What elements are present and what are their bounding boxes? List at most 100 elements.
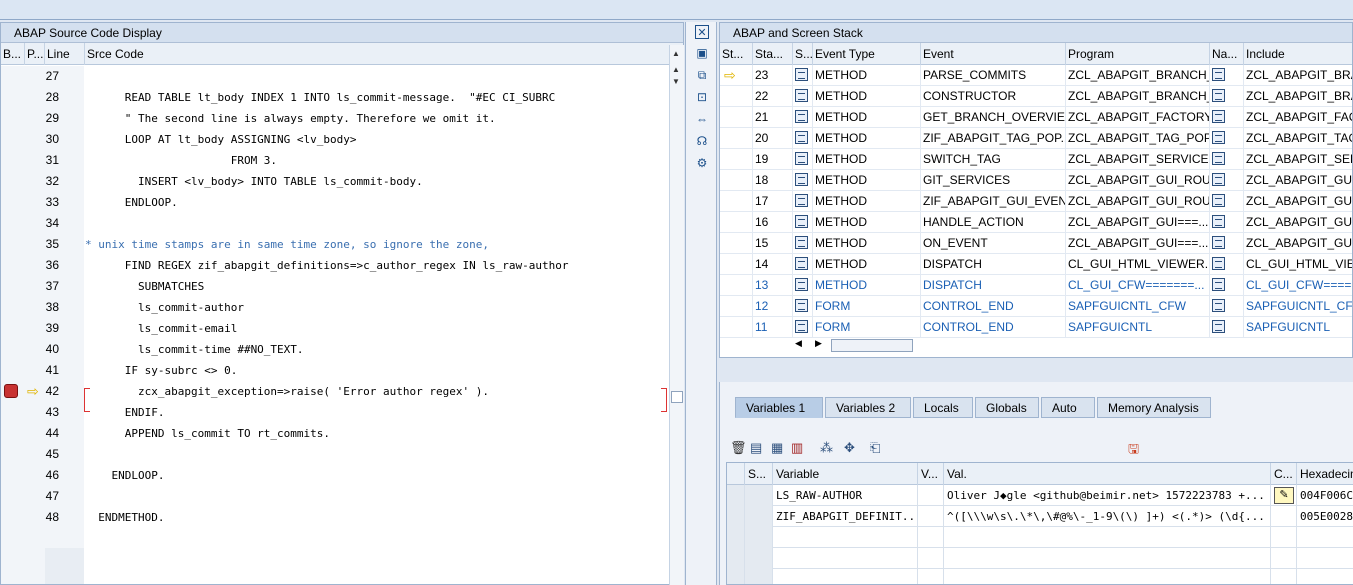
stack-row[interactable]: 12 FORM CONTROL_END SAPFGUICNTL_CFW SAPFGUIC… [720,296,1352,317]
code-line[interactable]: 33 ENDLOOP. [1,192,669,213]
col-breakpoint[interactable]: B... [1,43,25,65]
stack-row[interactable]: 20 METHOD ZIF_ABAPGIT_TAG_POP... ZCL_ABAPGI… [720,128,1352,149]
source-document-icon[interactable] [793,296,813,317]
navigate-icon[interactable] [1210,107,1244,128]
edit-pencil-icon[interactable]: ✎ [1274,487,1294,504]
code-line[interactable]: 48 ENDMETHOD. [1,507,669,528]
source-vertical-scrollbar[interactable]: ▲ ▲ ▼ [669,45,684,585]
navigate-icon[interactable] [1210,296,1244,317]
col-change[interactable]: C... [1271,463,1297,485]
var-status-cell[interactable] [745,527,773,548]
tab-memory-analysis[interactable]: Memory Analysis [1097,397,1211,418]
col-source-code[interactable]: Srce Code [85,43,669,65]
stack-row[interactable]: 11 FORM CONTROL_END SAPFGUICNTL SAPFGUICNTL [720,317,1352,338]
navigate-icon[interactable] [1210,149,1244,170]
var-status-cell[interactable] [745,485,773,506]
source-document-icon[interactable] [793,212,813,233]
stack-horizontal-scrollbar[interactable]: ◀ ▶ [795,338,915,352]
code-line[interactable]: ⇨ 42 zcx_abapgit_exception=>raise( 'Error… [1,381,669,402]
code-line[interactable]: 38 ls_commit-author [1,297,669,318]
code-line[interactable]: 45 [1,444,669,465]
source-document-icon[interactable] [793,233,813,254]
variable-row[interactable]: ZIF_ABAPGIT_DEFINIT... ^([\\\w\s\.\*\,\#@… [727,506,1353,527]
navigate-icon[interactable] [1210,86,1244,107]
list-add-icon[interactable]: ▦ [771,440,783,456]
tab-auto[interactable]: Auto [1041,397,1095,418]
source-document-icon[interactable] [793,65,813,86]
col-value[interactable]: Val. [944,463,1271,485]
folder-icon[interactable]: ⎗ [870,440,880,456]
col-include[interactable]: Include [1244,43,1352,65]
var-change-cell[interactable] [1271,506,1297,527]
delete-icon[interactable]: 🗑 [730,440,747,456]
list-delete-icon[interactable]: ▥ [791,440,803,456]
var-value-cell[interactable] [944,527,1271,548]
var-value-cell[interactable] [944,569,1271,584]
stack-row[interactable]: 18 METHOD GIT_SERVICES ZCL_ABAPGIT_GUI_ROU.… [720,170,1352,191]
col-s[interactable]: S... [793,43,813,65]
var-change-cell[interactable]: ✎ [1271,485,1297,506]
navigate-icon[interactable] [1210,65,1244,86]
var-value-cell[interactable]: ^([\\\w\s\.\*\,\#@%\-_1-9\(\) ]+) <(.*)>… [944,506,1271,527]
navigate-icon[interactable] [1210,233,1244,254]
code-line[interactable]: 27 [1,66,669,87]
code-line[interactable]: 28 READ TABLE lt_body INDEX 1 INTO ls_co… [1,87,669,108]
tab-globals[interactable]: Globals [975,397,1039,418]
var-status-cell[interactable] [745,548,773,569]
code-line[interactable]: 31 FROM 3. [1,150,669,171]
stack-row[interactable]: 19 METHODSWITCH_TAGZCL_ABAPGIT_SERVICES..… [720,149,1352,170]
source-document-icon[interactable] [793,254,813,275]
stack-row[interactable]: 13 METHOD DISPATCH CL_GUI_CFW=======... CL_G… [720,275,1352,296]
swap-icon[interactable]: ⇔ [695,112,709,126]
code-line[interactable]: 39 ls_commit-email [1,318,669,339]
navigate-icon[interactable] [1210,317,1244,338]
stack-row[interactable]: 21 METHOD GET_BRANCH_OVERVIEW ZCL_ABAPGIT_F… [720,107,1352,128]
var-variable-cell[interactable] [773,527,918,548]
variable-row[interactable]: LS_RAW-AUTHOR Oliver J◆gle <github@beimir… [727,485,1353,506]
code-line[interactable]: 41 IF sy-subrc <> 0. [1,360,669,381]
scroll-up-small-icon[interactable]: ▲ [672,65,680,74]
navigate-icon[interactable] [1210,191,1244,212]
maximize-icon[interactable]: ⊡ [695,90,709,104]
var-v-cell[interactable] [918,548,944,569]
col-hexadecimal[interactable]: Hexadecim [1297,463,1353,485]
var-v-cell[interactable] [918,506,944,527]
tab-locals[interactable]: Locals [913,397,973,418]
source-document-icon[interactable] [793,128,813,149]
empty-variable-row[interactable] [727,527,1353,548]
new-window-icon[interactable]: ▣ [695,46,709,60]
list-icon[interactable]: ▤ [750,440,762,456]
var-change-cell[interactable] [1271,527,1297,548]
source-document-icon[interactable] [793,107,813,128]
var-value-cell[interactable]: Oliver J◆gle <github@beimir.net> 1572223… [944,485,1271,506]
var-variable-cell[interactable] [773,548,918,569]
var-sel-cell[interactable] [727,527,745,548]
col-program[interactable]: Program [1066,43,1210,65]
code-area[interactable]: 27 28 READ TABLE lt_body INDEX 1 INTO ls_… [1,66,669,584]
empty-variable-row[interactable] [727,569,1353,584]
code-line[interactable]: 35 * unix time stamps are in same time zo… [1,234,669,255]
breakpoint-icon[interactable] [4,384,18,398]
var-sel-cell[interactable] [727,485,745,506]
code-line[interactable]: 29 " The second line is always empty. Th… [1,108,669,129]
scroll-right-icon[interactable]: ▶ [815,338,822,349]
stack-row[interactable]: 15 METHOD ON_EVENT ZCL_ABAPGIT_GUI===... ZCL… [720,233,1352,254]
tab-variables-2[interactable]: Variables 2 [825,397,911,418]
var-status-cell[interactable] [745,569,773,584]
code-line[interactable]: 43 ENDIF. [1,402,669,423]
var-v-cell[interactable] [918,527,944,548]
var-change-cell[interactable] [1271,548,1297,569]
headset-icon[interactable]: ☊ [695,134,709,148]
move-icon[interactable]: ✥ [844,440,855,456]
code-line[interactable]: 34 [1,213,669,234]
var-hex-cell[interactable] [1297,569,1353,584]
source-document-icon[interactable] [793,86,813,107]
var-v-cell[interactable] [918,569,944,584]
close-icon[interactable]: ✕ [695,25,709,39]
var-hex-cell[interactable] [1297,527,1353,548]
navigate-icon[interactable] [1210,254,1244,275]
empty-variable-row[interactable] [727,548,1353,569]
stack-row[interactable]: 22 METHOD CONSTRUCTOR ZCL_ABAPGIT_BRANCH_..… [720,86,1352,107]
stack-row[interactable]: 16 METHOD HANDLE_ACTION ZCL_ABAPGIT_GUI===.… [720,212,1352,233]
scroll-down-icon[interactable]: ▼ [672,77,680,86]
